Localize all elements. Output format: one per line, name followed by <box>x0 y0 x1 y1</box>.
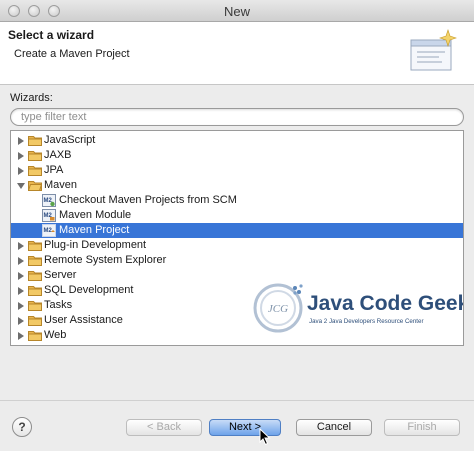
expand-arrow-icon[interactable] <box>18 332 24 340</box>
folder-icon <box>28 241 42 251</box>
tree-item-plugin-development[interactable]: Plug-in Development <box>11 238 463 253</box>
watermark-subtitle: Java 2 Java Developers Resource Center <box>309 318 424 325</box>
folder-icon <box>28 301 42 311</box>
maven-module-icon: M2 <box>42 209 56 222</box>
window-title: New <box>223 4 250 19</box>
wizard-tree[interactable]: JavaScript JAXB JPA Maven M2 Checkout Ma… <box>10 130 464 346</box>
folder-icon <box>28 151 42 161</box>
tree-item-label: Tasks <box>44 299 73 311</box>
page-title: Select a wizard <box>8 28 95 42</box>
tree-item-label: Web <box>44 329 67 341</box>
expand-arrow-icon[interactable] <box>18 257 24 265</box>
svg-text:M2: M2 <box>44 228 53 234</box>
folder-icon <box>28 331 42 341</box>
tree-item-label: Maven Module <box>59 209 132 221</box>
folder-icon <box>28 136 42 146</box>
tree-item-jaxb[interactable]: JAXB <box>11 148 463 163</box>
tree-item-label: JPA <box>44 164 64 176</box>
tree-item-label: JAXB <box>44 149 72 161</box>
tree-item-javascript[interactable]: JavaScript <box>11 133 463 148</box>
tree-item-checkout-maven[interactable]: M2 Checkout Maven Projects from SCM <box>11 193 463 208</box>
maven-project-icon: M2 <box>42 224 56 237</box>
collapse-arrow-icon[interactable] <box>17 183 25 189</box>
expand-arrow-icon[interactable] <box>18 137 24 145</box>
expand-arrow-icon[interactable] <box>18 152 24 160</box>
expand-arrow-icon[interactable] <box>18 302 24 310</box>
tree-item-label: JavaScript <box>44 134 96 146</box>
wizard-banner-icon <box>410 29 457 71</box>
tree-item-maven-project[interactable]: M2 Maven Project <box>11 223 463 238</box>
folder-icon <box>28 316 42 326</box>
folder-icon <box>28 256 42 266</box>
watermark-logo-text: JCG <box>268 303 288 315</box>
help-button[interactable]: ? <box>12 417 32 437</box>
tree-item-label: Maven Project <box>59 224 130 236</box>
tree-item-label: Remote System Explorer <box>44 254 167 266</box>
tree-item-maven[interactable]: Maven <box>11 178 463 193</box>
title-bar: New <box>0 0 474 22</box>
maven-checkout-icon: M2 <box>42 194 56 207</box>
cancel-button[interactable]: Cancel <box>296 419 372 436</box>
page-description: Create a Maven Project <box>14 48 130 60</box>
expand-arrow-icon[interactable] <box>18 317 24 325</box>
wizard-header: Select a wizard Create a Maven Project <box>0 22 474 85</box>
filter-input[interactable] <box>10 108 464 126</box>
folder-icon <box>28 271 42 281</box>
back-button[interactable]: < Back <box>126 419 202 436</box>
tree-item-label: Plug-in Development <box>44 239 147 251</box>
tree-item-label: Server <box>44 269 77 281</box>
tree-item-label: User Assistance <box>44 314 123 326</box>
folder-icon <box>28 286 42 296</box>
mouse-cursor-icon <box>259 428 271 446</box>
footer-divider <box>0 400 474 401</box>
watermark-title: Java Code Geeks <box>307 292 463 315</box>
expand-arrow-icon[interactable] <box>18 242 24 250</box>
expand-arrow-icon[interactable] <box>18 272 24 280</box>
expand-arrow-icon[interactable] <box>18 287 24 295</box>
finish-button[interactable]: Finish <box>384 419 460 436</box>
tree-item-jpa[interactable]: JPA <box>11 163 463 178</box>
wizards-label: Wizards: <box>10 92 53 104</box>
java-code-geeks-watermark: JCG Java Code Geeks Java 2 Java Develope… <box>253 283 463 333</box>
tree-item-maven-module[interactable]: M2 Maven Module <box>11 208 463 223</box>
tree-item-label: Maven <box>44 179 78 191</box>
expand-arrow-icon[interactable] <box>18 167 24 175</box>
tree-item-label: Checkout Maven Projects from SCM <box>59 194 237 206</box>
folder-icon <box>28 166 42 176</box>
tree-item-label: SQL Development <box>44 284 134 296</box>
tree-item-remote-system-explorer[interactable]: Remote System Explorer <box>11 253 463 268</box>
folder-open-icon <box>28 181 42 191</box>
